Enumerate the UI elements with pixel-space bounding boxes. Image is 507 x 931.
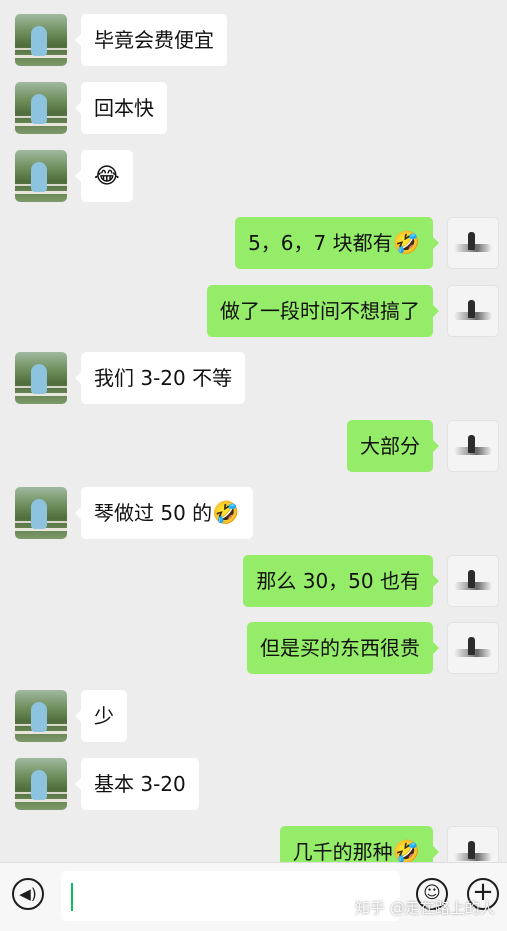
message-row: 大部分 (0, 420, 507, 472)
message-text: 毕竟会费便宜 (94, 28, 214, 52)
text-caret (71, 883, 73, 911)
my-avatar[interactable] (447, 555, 499, 607)
outgoing-message-bubble[interactable]: 5，6，7 块都有🤣 (235, 217, 439, 269)
message-row: 我们 3-20 不等 (0, 352, 507, 404)
message-row: 做了一段时间不想搞了 (0, 285, 507, 337)
incoming-message-bubble[interactable]: 回本快 (75, 82, 167, 134)
message-row: 那么 30，50 也有 (0, 555, 507, 607)
message-row: 😂 (0, 150, 507, 202)
zhihu-watermark: 知乎 @走在路上的人 (355, 899, 495, 917)
my-avatar[interactable] (447, 420, 499, 472)
friend-avatar[interactable] (15, 14, 67, 66)
message-text: 琴做过 50 的 (94, 501, 213, 525)
message-text: 5，6，7 块都有 (248, 231, 393, 255)
message-input[interactable] (61, 871, 400, 921)
rolling-laughing-emoji-icon: 🤣 (392, 840, 420, 862)
my-avatar[interactable] (447, 622, 499, 674)
incoming-message-bubble[interactable]: 少 (75, 690, 127, 742)
message-text: 大部分 (360, 434, 420, 458)
message-text: 但是买的东西很贵 (260, 636, 420, 660)
message-row: 琴做过 50 的🤣 (0, 487, 507, 539)
rolling-laughing-emoji-icon: 🤣 (392, 231, 420, 256)
message-row: 5，6，7 块都有🤣 (0, 217, 507, 269)
outgoing-message-bubble[interactable]: 做了一段时间不想搞了 (207, 285, 439, 337)
incoming-message-bubble[interactable]: 😂 (75, 150, 133, 202)
rolling-laughing-emoji-icon: 🤣 (212, 501, 240, 526)
message-text: 回本快 (94, 96, 154, 120)
message-row: 毕竟会费便宜 (0, 14, 507, 66)
outgoing-message-bubble[interactable]: 大部分 (347, 420, 439, 472)
message-row: 但是买的东西很贵 (0, 622, 507, 674)
voice-icon[interactable]: ◀) (12, 878, 44, 910)
outgoing-message-bubble[interactable]: 几千的那种🤣 (279, 826, 440, 862)
message-text: 基本 3-20 (94, 772, 186, 796)
message-text: 几千的那种 (292, 840, 393, 862)
outgoing-message-bubble[interactable]: 但是买的东西很贵 (247, 622, 439, 674)
message-text: 少 (94, 704, 114, 728)
friend-avatar[interactable] (15, 352, 67, 404)
message-row: 几千的那种🤣 (0, 826, 507, 862)
friend-avatar[interactable] (15, 150, 67, 202)
message-row: 少 (0, 690, 507, 742)
my-avatar[interactable] (447, 217, 499, 269)
tears-of-joy-emoji-icon: 😂 (94, 164, 120, 189)
outgoing-message-bubble[interactable]: 那么 30，50 也有 (243, 555, 439, 607)
friend-avatar[interactable] (15, 487, 67, 539)
incoming-message-bubble[interactable]: 琴做过 50 的🤣 (75, 487, 253, 539)
my-avatar[interactable] (447, 285, 499, 337)
friend-avatar[interactable] (15, 758, 67, 810)
chat-message-list[interactable]: 毕竟会费便宜 回本快 😂 5，6，7 块都有🤣 做了一段时间不想搞了 我们 3-… (0, 0, 507, 862)
message-text: 我们 3-20 不等 (94, 366, 233, 390)
incoming-message-bubble[interactable]: 基本 3-20 (75, 758, 199, 810)
message-row: 基本 3-20 (0, 758, 507, 810)
message-text: 做了一段时间不想搞了 (220, 299, 420, 323)
incoming-message-bubble[interactable]: 毕竟会费便宜 (75, 14, 227, 66)
message-text: 那么 30，50 也有 (256, 569, 420, 593)
message-row: 回本快 (0, 82, 507, 134)
incoming-message-bubble[interactable]: 我们 3-20 不等 (74, 352, 246, 404)
friend-avatar[interactable] (15, 690, 67, 742)
my-avatar[interactable] (447, 826, 499, 862)
friend-avatar[interactable] (15, 82, 67, 134)
